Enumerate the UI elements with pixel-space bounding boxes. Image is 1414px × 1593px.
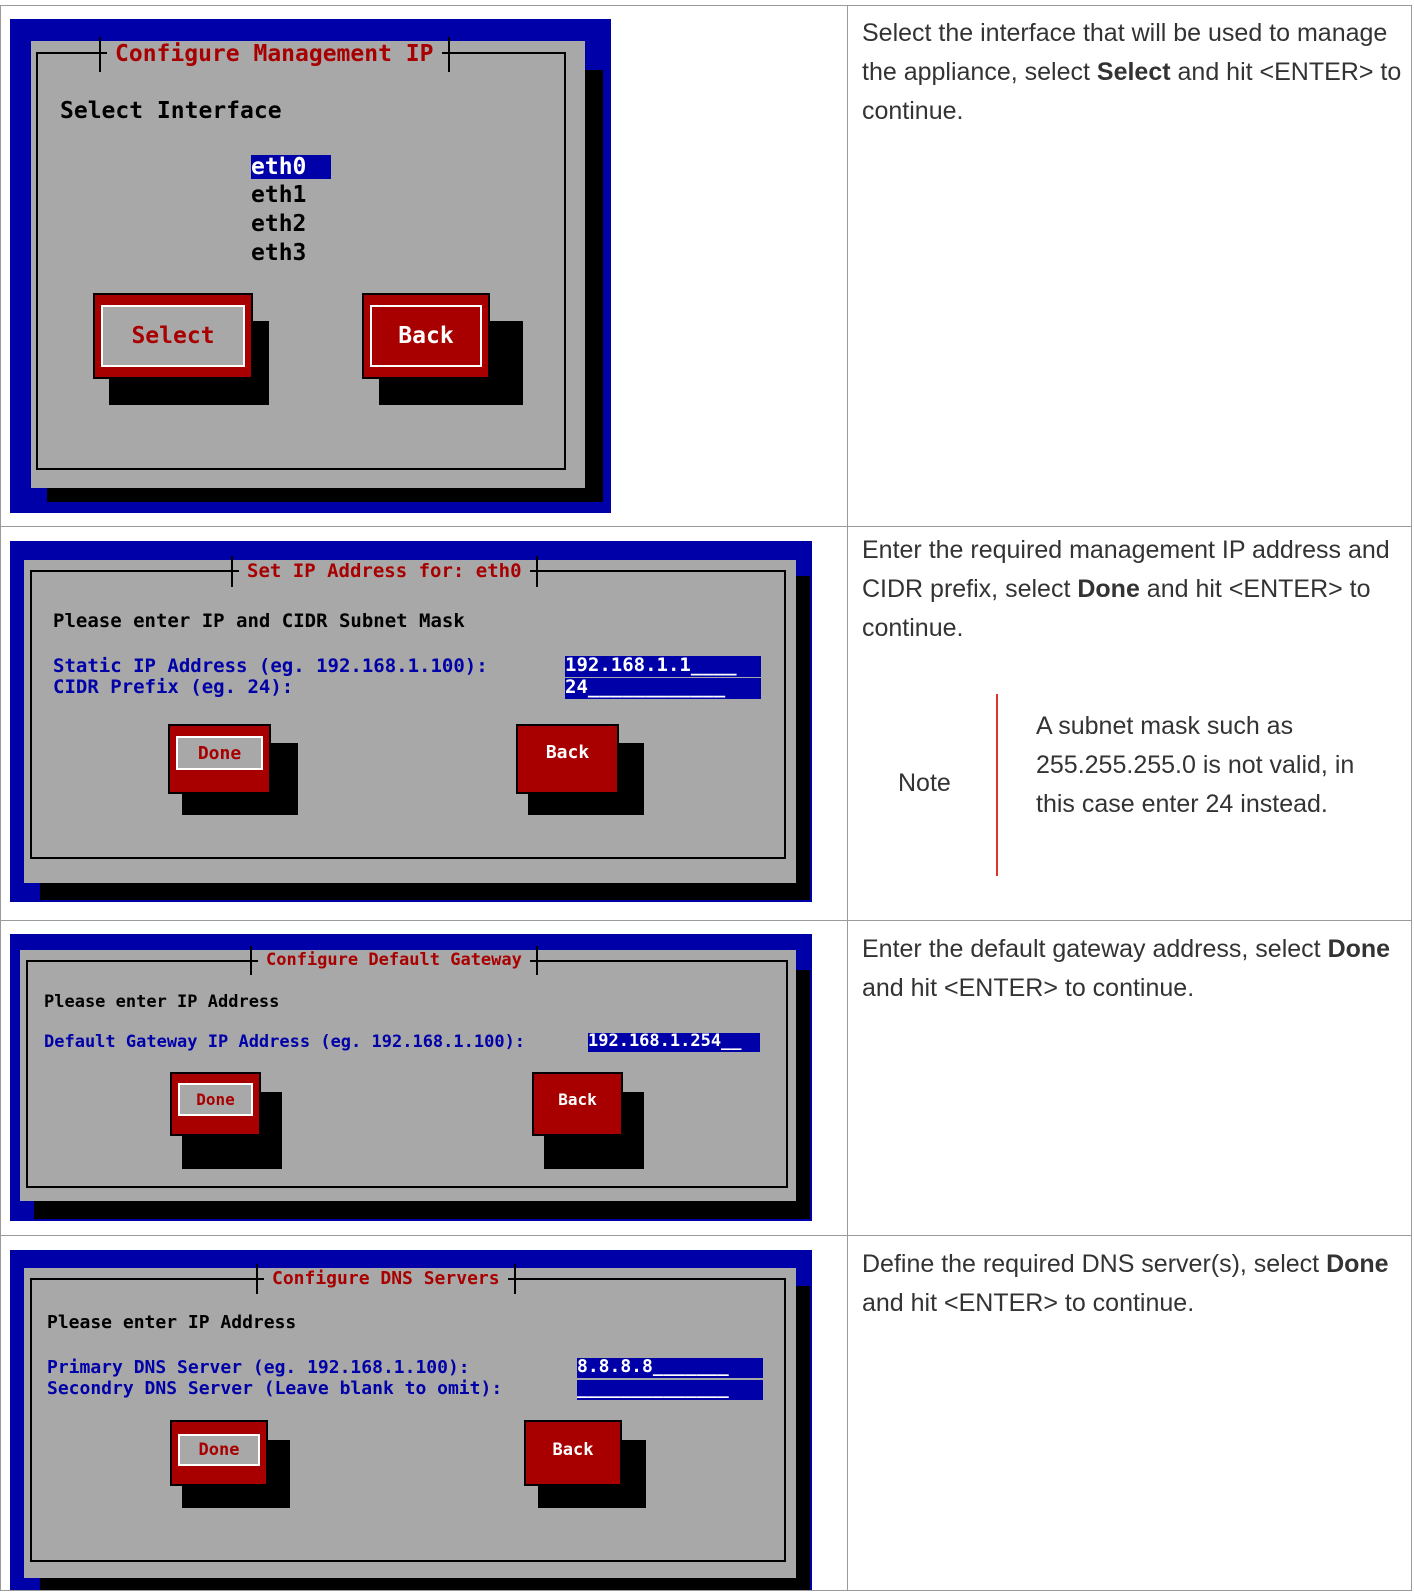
step-description-3: Enter the default gateway address, selec… (862, 935, 1391, 1002)
cidr-prefix-input[interactable]: 24____________ (565, 678, 761, 699)
select-button-label: Select (101, 305, 245, 367)
back-button[interactable]: Back (532, 1072, 623, 1136)
note-accent-bar (996, 694, 998, 876)
terminal-screenshot-dns-servers: Configure DNS Servers Please enter IP Ad… (10, 1250, 812, 1590)
note-label: Note (898, 769, 951, 797)
done-button[interactable]: Done (168, 724, 271, 794)
row-divider (0, 920, 1412, 921)
dialog-configure-dns-servers: Configure DNS Servers Please enter IP Ad… (24, 1264, 796, 1578)
secondary-dns-input[interactable]: ______________ (577, 1380, 763, 1400)
terminal-screenshot-set-ip: Set IP Address for: eth0 Please enter IP… (10, 541, 812, 902)
dialog-prompt: Select Interface (60, 98, 282, 124)
dialog-set-ip-address: Set IP Address for: eth0 Please enter IP… (24, 556, 796, 883)
dialog-prompt: Please enter IP and CIDR Subnet Mask (53, 610, 465, 632)
interface-option-eth2[interactable]: eth2 (251, 213, 306, 236)
dialog-title: Configure DNS Servers (256, 1264, 516, 1294)
done-button[interactable]: Done (170, 1072, 261, 1136)
interface-option-eth3[interactable]: eth3 (251, 242, 306, 265)
step-description-2: Enter the required management IP address… (862, 536, 1390, 642)
column-divider (847, 5, 848, 1591)
dialog-prompt: Please enter IP Address (47, 1312, 297, 1333)
dialog-configure-default-gateway: Configure Default Gateway Please enter I… (20, 946, 796, 1201)
done-button-label: Done (178, 1434, 260, 1466)
row-divider (0, 526, 1412, 527)
row-divider (0, 1235, 1412, 1236)
terminal-screenshot-select-interface: Configure Management IP Select Interface… (10, 19, 611, 513)
primary-dns-label: Primary DNS Server (eg. 192.168.1.100): (47, 1357, 470, 1378)
back-button[interactable]: Back (516, 724, 619, 794)
dialog-title: Configure Default Gateway (250, 946, 538, 975)
gateway-ip-input[interactable]: 192.168.1.254__ (588, 1033, 760, 1052)
dialog-configure-management-ip: Configure Management IP Select Interface… (31, 37, 585, 488)
gateway-ip-label: Default Gateway IP Address (eg. 192.168.… (44, 1032, 526, 1052)
primary-dns-input[interactable]: 8.8.8.8_______ (577, 1358, 763, 1378)
step-description-1: Select the interface that will be used t… (862, 19, 1402, 125)
back-button[interactable]: Back (524, 1420, 622, 1486)
dialog-title: Set IP Address for: eth0 (231, 556, 538, 587)
static-ip-input[interactable]: 192.168.1.1____ (565, 656, 761, 677)
note-text: A subnet mask such as 255.255.255.0 is n… (1036, 712, 1355, 818)
dialog-prompt: Please enter IP Address (44, 992, 280, 1012)
terminal-screenshot-default-gateway: Configure Default Gateway Please enter I… (10, 934, 812, 1221)
interface-option-eth1[interactable]: eth1 (251, 184, 306, 207)
static-ip-label: Static IP Address (eg. 192.168.1.100): (53, 655, 488, 677)
interface-option-eth0[interactable]: eth0 (251, 155, 331, 179)
back-button-label: Back (558, 1089, 597, 1109)
done-button-label: Done (176, 736, 263, 770)
done-button[interactable]: Done (170, 1420, 268, 1486)
select-button[interactable]: Select (93, 293, 253, 379)
step-description-4: Define the required DNS server(s), selec… (862, 1250, 1389, 1317)
cidr-prefix-label: CIDR Prefix (eg. 24): (53, 676, 294, 698)
done-button-label: Done (178, 1083, 253, 1116)
back-button-label: Back (552, 1440, 594, 1460)
secondary-dns-label: Secondry DNS Server (Leave blank to omit… (47, 1378, 503, 1399)
back-button-label: Back (545, 741, 590, 763)
dialog-title: Configure Management IP (99, 37, 449, 72)
back-button[interactable]: Back (362, 293, 490, 379)
back-button-label: Back (370, 305, 482, 367)
